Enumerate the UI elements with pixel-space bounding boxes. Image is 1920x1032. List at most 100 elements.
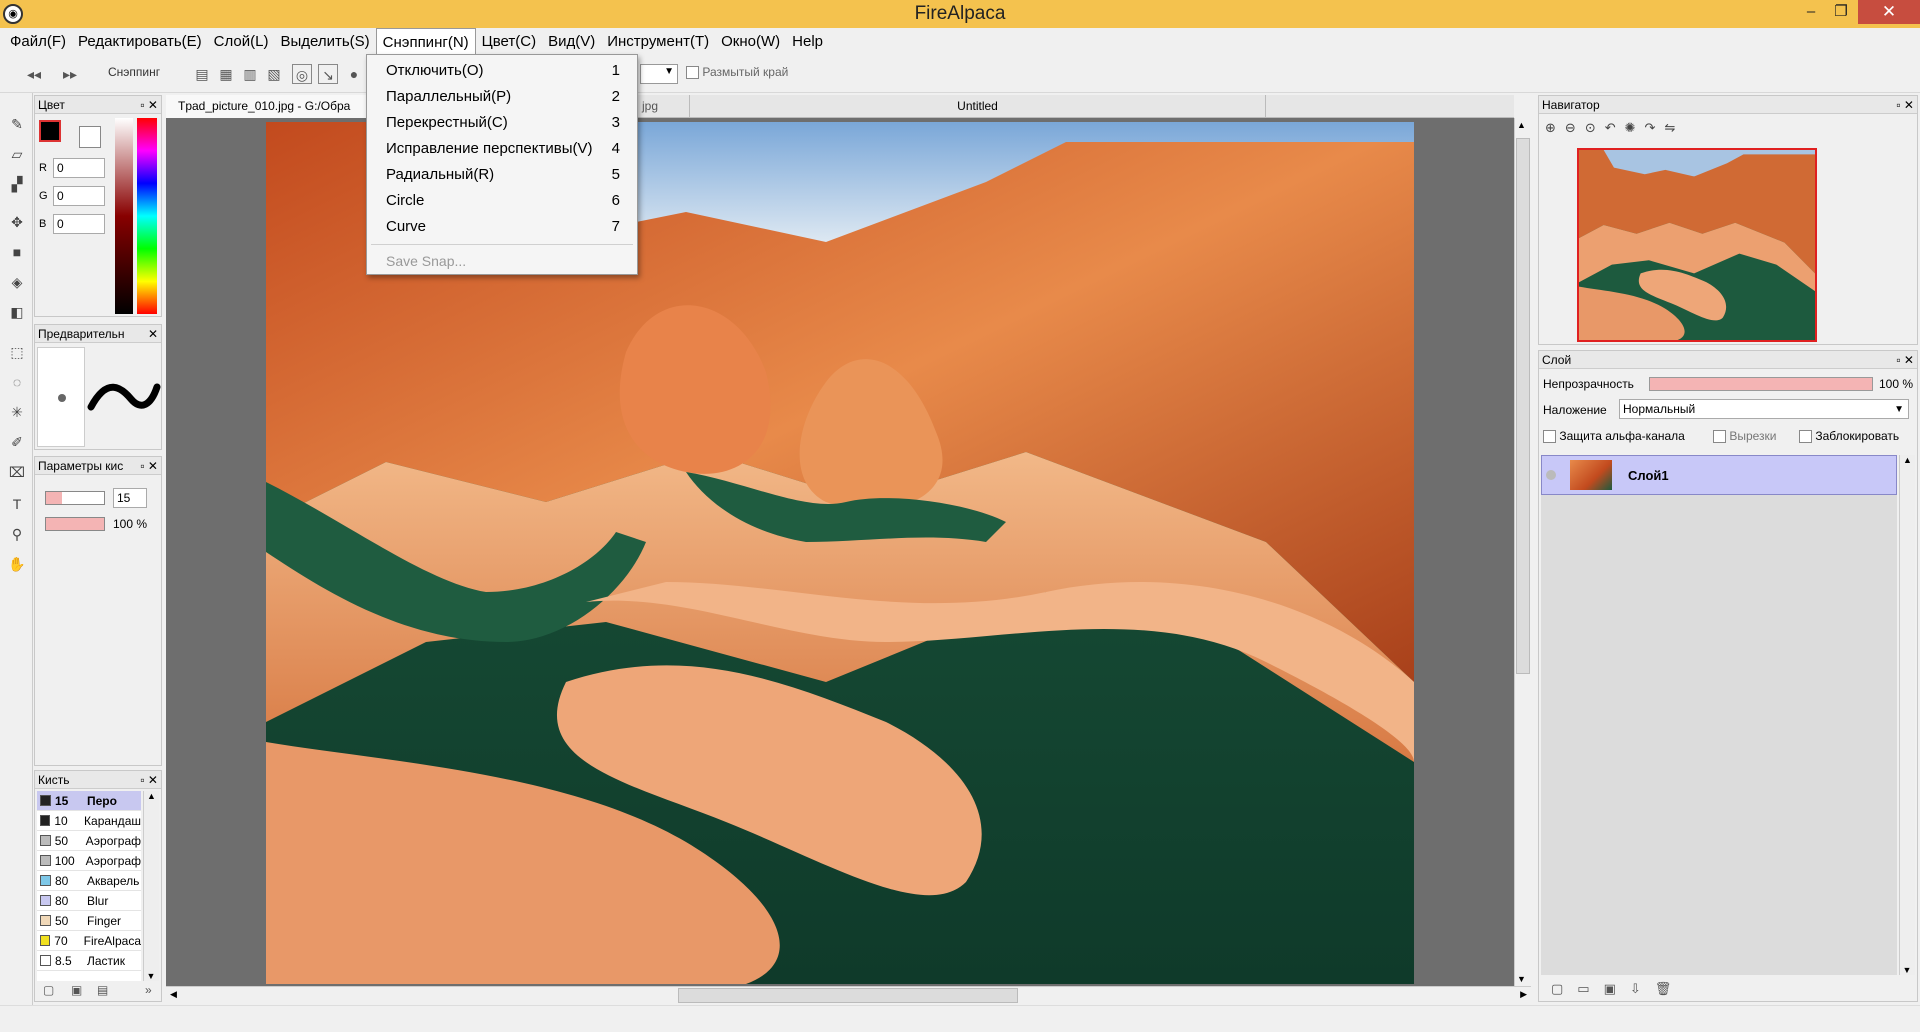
scroll-down-icon[interactable]: ▼ — [1517, 974, 1526, 984]
brush-item[interactable]: 50 Finger — [37, 911, 141, 931]
menu-window[interactable]: Окно(W) — [715, 28, 786, 55]
g-input[interactable]: 0 — [53, 186, 105, 206]
brush-item[interactable]: 8.5 Ластик — [37, 951, 141, 971]
alpha-protect-checkbox[interactable] — [1543, 430, 1556, 444]
hand-tool-icon[interactable]: ✋ — [6, 553, 28, 575]
panel-buttons[interactable]: ▫ ✕ — [140, 457, 158, 474]
bucket-tool-icon[interactable]: ◈ — [6, 271, 28, 293]
magic-wand-icon[interactable]: ✳ — [6, 401, 28, 423]
new-layer-icon[interactable]: ▢ — [1551, 981, 1577, 996]
pen-tool-icon[interactable]: ✎ — [6, 113, 28, 135]
snap-curve-item[interactable]: Curve 7 — [368, 214, 636, 240]
select-pen-icon[interactable]: ✐ — [6, 431, 28, 453]
menu-layer[interactable]: Слой(L) — [208, 28, 275, 55]
panel-buttons[interactable]: ▫ ✕ — [1896, 351, 1914, 368]
menu-color[interactable]: Цвет(C) — [476, 28, 542, 55]
snap-circle-item[interactable]: Circle 6 — [368, 188, 636, 214]
foreground-color-swatch[interactable] — [39, 120, 61, 142]
alpha-protect-option[interactable]: Защита альфа-канала — [1543, 429, 1685, 444]
horizontal-scroll-thumb[interactable] — [678, 988, 1018, 1003]
brush-more-icon[interactable]: » — [145, 983, 152, 997]
text-tool-icon[interactable]: T — [6, 493, 28, 515]
select-rect-icon[interactable]: ⬚ — [6, 341, 28, 363]
menu-file[interactable]: Файл(F) — [4, 28, 72, 55]
brush-item[interactable]: 10 Карандаш — [37, 811, 141, 831]
background-color-swatch[interactable] — [79, 126, 101, 148]
brightness-slider[interactable] — [115, 118, 133, 314]
duplicate-layer-icon[interactable]: ▣ — [1604, 981, 1630, 996]
delete-brush-icon[interactable]: ▤ — [97, 983, 108, 997]
move-tool-icon[interactable]: ✥ — [6, 211, 28, 233]
menu-select[interactable]: Выделить(S) — [274, 28, 375, 55]
gradient-tool-icon[interactable]: ◧ — [6, 301, 28, 323]
snap-dot-icon[interactable]: ● — [344, 64, 364, 84]
snap-curve-icon[interactable]: ↘ — [318, 64, 338, 84]
brush-item[interactable]: 15 Перо — [37, 791, 141, 811]
snap-parallel-icon[interactable]: ▤ — [192, 64, 212, 84]
b-input[interactable]: 0 — [53, 214, 105, 234]
snap-perspective-icon[interactable]: ▥ — [240, 64, 260, 84]
panel-buttons[interactable]: ▫ ✕ — [140, 771, 158, 788]
layer-visibility-icon[interactable] — [1546, 470, 1556, 480]
eraser-tool-icon[interactable]: ▱ — [6, 143, 28, 165]
scroll-down-icon[interactable]: ▼ — [144, 971, 158, 981]
menu-snapping[interactable]: Снэппинг(N) — [375, 28, 476, 55]
close-button[interactable]: ✕ — [1858, 0, 1920, 24]
tab-untitled[interactable]: Untitled — [690, 95, 1266, 118]
clipping-checkbox[interactable] — [1713, 430, 1726, 444]
lasso-tool-icon[interactable]: ◌ — [6, 371, 28, 393]
rotate-right-icon[interactable]: ↷ — [1645, 120, 1665, 135]
brush-item[interactable]: 80 Акварель — [37, 871, 141, 891]
snap-parallel-item[interactable]: Параллельный(P) 2 — [368, 84, 636, 110]
brush-size-input[interactable]: 15 — [113, 488, 147, 508]
vertical-scroll-thumb[interactable] — [1516, 138, 1530, 674]
scroll-up-icon[interactable]: ▲ — [1900, 455, 1915, 465]
menu-edit[interactable]: Редактировать(E) — [72, 28, 208, 55]
blend-mode-select[interactable]: Нормальный ▼ — [1619, 399, 1909, 419]
lock-checkbox[interactable] — [1799, 430, 1812, 444]
r-input[interactable]: 0 — [53, 158, 105, 178]
delete-layer-icon[interactable]: 🗑 — [1655, 981, 1686, 996]
lock-option[interactable]: Заблокировать — [1799, 429, 1899, 444]
reset-rotation-icon[interactable]: ✺ — [1625, 120, 1645, 135]
snap-radial-icon[interactable]: ◎ — [292, 64, 312, 84]
panel-buttons[interactable]: ▫ ✕ — [140, 96, 158, 113]
prev-icon[interactable]: ◂◂ — [24, 64, 44, 84]
menu-tool[interactable]: Инструмент(T) — [601, 28, 715, 55]
merge-layer-icon[interactable]: ⇩ — [1630, 981, 1655, 996]
scroll-down-icon[interactable]: ▼ — [1900, 965, 1914, 975]
zoom-in-icon[interactable]: ⊕ — [1545, 120, 1565, 135]
layer-opacity-slider[interactable] — [1649, 377, 1873, 391]
duplicate-brush-icon[interactable]: ▣ — [71, 983, 82, 997]
layer-row[interactable]: Слой1 — [1541, 455, 1897, 495]
eyedropper-icon[interactable]: ⚲ — [6, 523, 28, 545]
zoom-out-icon[interactable]: ⊖ — [1565, 120, 1585, 135]
brush-list-scrollbar[interactable]: ▲ ▼ — [143, 791, 159, 981]
panel-buttons[interactable]: ▫ ✕ — [1896, 96, 1914, 113]
snap-off-item[interactable]: Отключить(O) 1 — [368, 58, 636, 84]
clipping-option[interactable]: Вырезки — [1713, 429, 1777, 444]
scroll-up-icon[interactable]: ▲ — [144, 791, 159, 801]
hue-slider[interactable] — [137, 118, 157, 314]
tab-file-suffix[interactable]: jpg — [630, 95, 690, 118]
panel-buttons[interactable]: ✕ — [148, 325, 158, 342]
rotate-left-icon[interactable]: ↶ — [1605, 120, 1625, 135]
layer-list-scrollbar[interactable]: ▲ ▼ — [1899, 455, 1915, 975]
dot-tool-icon[interactable]: ▞ — [6, 173, 28, 195]
zoom-fit-icon[interactable]: ⊙ — [1585, 120, 1605, 135]
brush-size-slider[interactable] — [45, 491, 105, 505]
new-brush-icon[interactable]: ▢ — [43, 983, 54, 997]
snap-perspective-item[interactable]: Исправление перспективы(V) 4 — [368, 136, 636, 162]
snap-grid-icon[interactable]: ▦ — [216, 64, 236, 84]
new-folder-icon[interactable]: ▭ — [1577, 981, 1603, 996]
blur-edge-checkbox[interactable] — [686, 66, 699, 80]
scroll-up-icon[interactable]: ▲ — [1517, 120, 1526, 130]
snap-cross-item[interactable]: Перекрестный(C) 3 — [368, 110, 636, 136]
scroll-left-icon[interactable]: ◀ — [170, 989, 177, 1000]
brush-item[interactable]: 80 Blur — [37, 891, 141, 911]
next-icon[interactable]: ▸▸ — [60, 64, 80, 84]
flip-icon[interactable]: ⇋ — [1664, 120, 1684, 135]
snap-vanish-icon[interactable]: ▧ — [264, 64, 284, 84]
menu-help[interactable]: Help — [786, 28, 829, 55]
fill-rect-icon[interactable]: ■ — [6, 241, 28, 263]
